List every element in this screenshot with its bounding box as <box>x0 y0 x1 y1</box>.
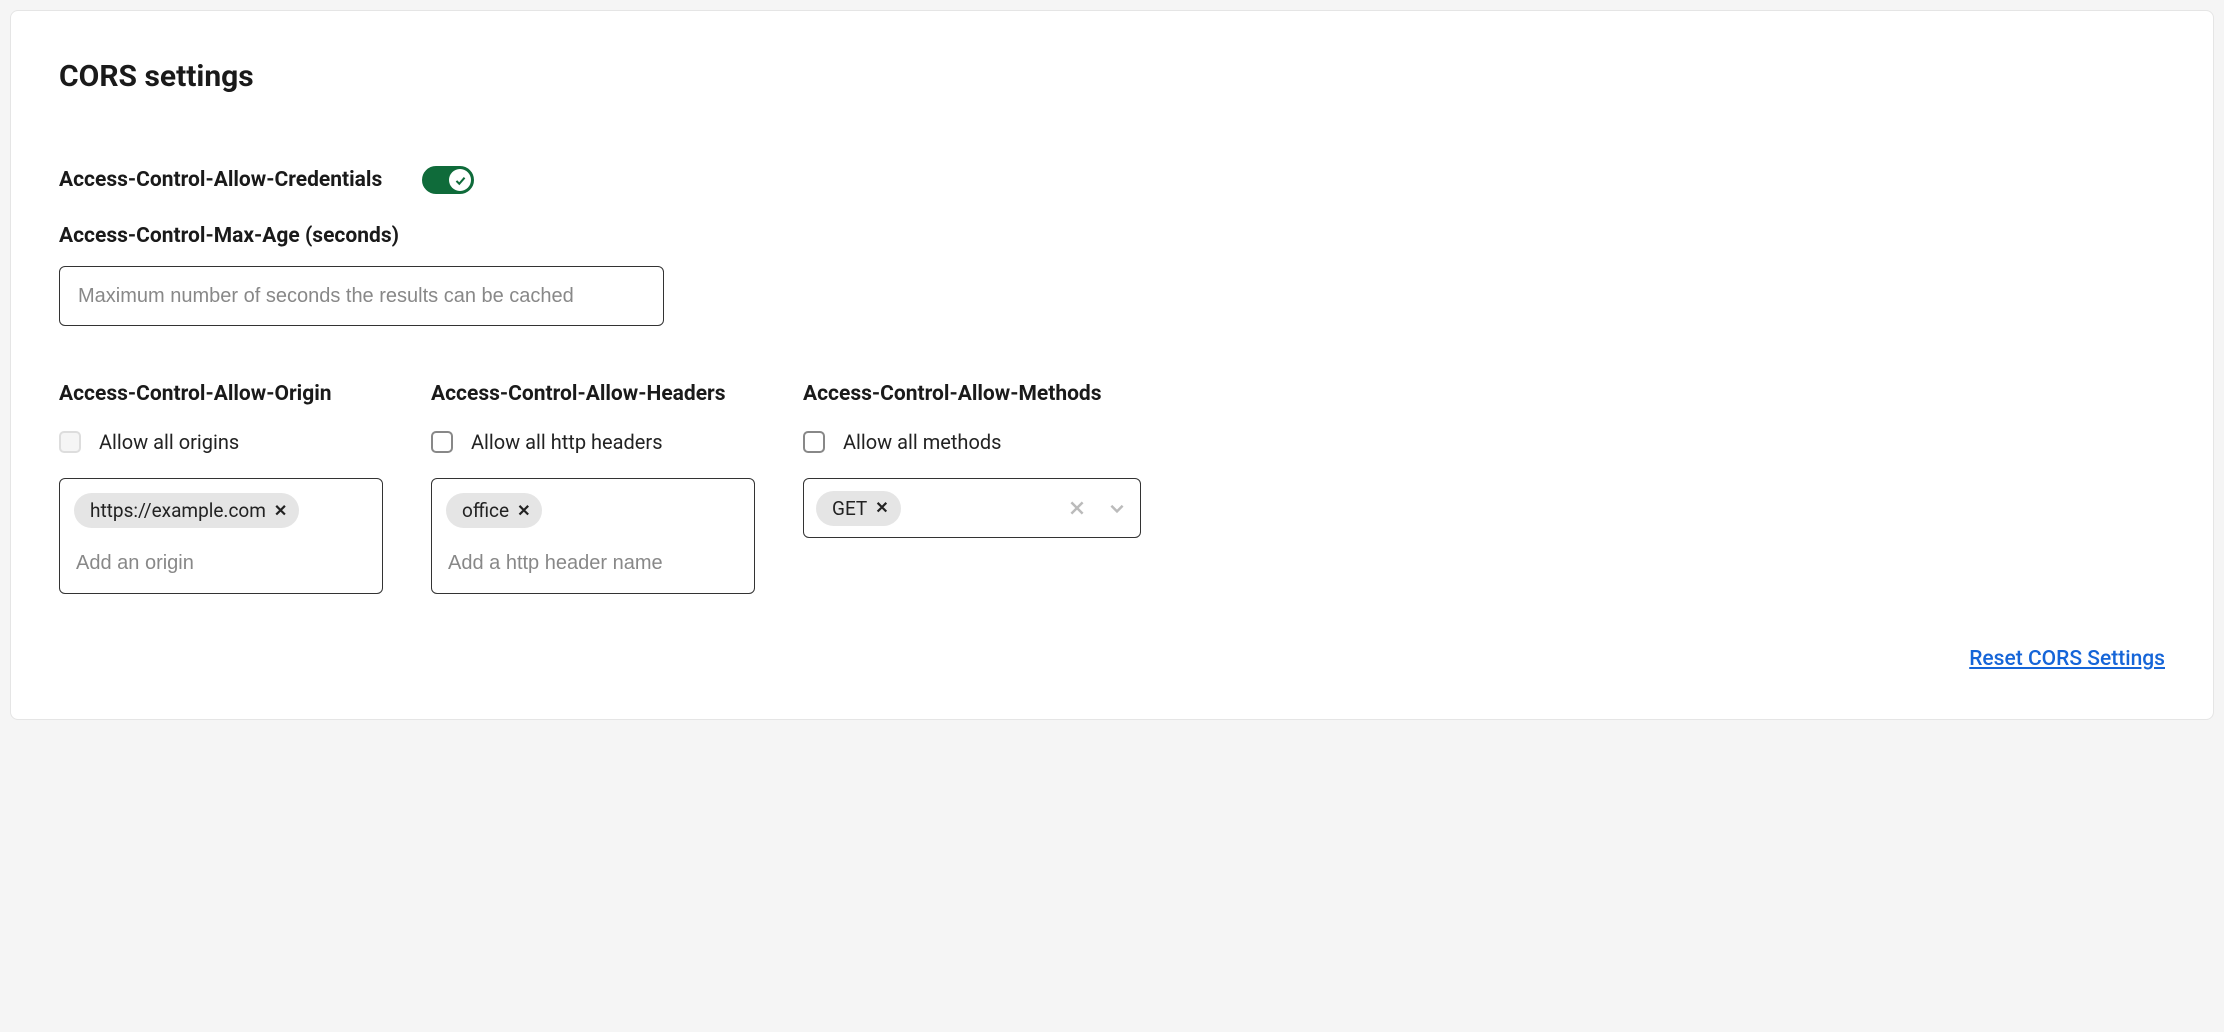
page-title: CORS settings <box>59 59 2165 94</box>
origin-tags: https://example.com ✕ <box>74 493 368 528</box>
origin-tag-box[interactable]: https://example.com ✕ <box>59 478 383 594</box>
methods-allow-all-checkbox[interactable] <box>803 431 825 453</box>
headers-column: Access-Control-Allow-Headers Allow all h… <box>431 382 755 594</box>
headers-allow-all-label: Allow all http headers <box>471 430 663 454</box>
check-icon <box>454 174 467 187</box>
headers-label: Access-Control-Allow-Headers <box>431 382 755 406</box>
origin-tag: https://example.com ✕ <box>74 493 299 528</box>
max-age-label: Access-Control-Max-Age (seconds) <box>59 224 2165 248</box>
cors-settings-card: CORS settings Access-Control-Allow-Crede… <box>10 10 2214 720</box>
origin-label: Access-Control-Allow-Origin <box>59 382 383 406</box>
headers-allow-all-row: Allow all http headers <box>431 430 755 454</box>
close-icon[interactable]: ✕ <box>517 503 530 519</box>
tag-label: office <box>462 499 509 522</box>
tag-label: https://example.com <box>90 499 266 522</box>
credentials-row: Access-Control-Allow-Credentials <box>59 166 2165 194</box>
credentials-label: Access-Control-Allow-Credentials <box>59 168 382 192</box>
reset-cors-link[interactable]: Reset CORS Settings <box>1969 647 2165 671</box>
close-icon[interactable]: ✕ <box>274 503 287 519</box>
origin-allow-all-label: Allow all origins <box>99 430 239 454</box>
origin-allow-all-row: Allow all origins <box>59 430 383 454</box>
headers-allow-all-checkbox[interactable] <box>431 431 453 453</box>
origin-add-input[interactable] <box>74 546 368 581</box>
close-icon[interactable]: ✕ <box>875 500 888 516</box>
headers-add-input[interactable] <box>446 546 740 581</box>
methods-allow-all-label: Allow all methods <box>843 430 1001 454</box>
methods-select[interactable]: GET ✕ <box>803 478 1141 538</box>
methods-allow-all-row: Allow all methods <box>803 430 1141 454</box>
methods-tag: GET ✕ <box>816 491 901 526</box>
max-age-input[interactable] <box>59 266 664 326</box>
headers-tag-box[interactable]: office ✕ <box>431 478 755 594</box>
cors-columns: Access-Control-Allow-Origin Allow all or… <box>59 382 2165 594</box>
toggle-knob <box>449 169 471 191</box>
methods-label: Access-Control-Allow-Methods <box>803 382 1141 406</box>
max-age-section: Access-Control-Max-Age (seconds) <box>59 224 2165 326</box>
methods-dropdown-button[interactable] <box>1100 495 1128 521</box>
chevron-down-icon <box>1108 499 1126 517</box>
methods-clear-button[interactable] <box>1064 495 1090 521</box>
origin-column: Access-Control-Allow-Origin Allow all or… <box>59 382 383 594</box>
tag-label: GET <box>832 497 867 520</box>
headers-tag: office ✕ <box>446 493 542 528</box>
credentials-toggle[interactable] <box>422 166 474 194</box>
headers-tags: office ✕ <box>446 493 740 528</box>
methods-column: Access-Control-Allow-Methods Allow all m… <box>803 382 1141 538</box>
origin-allow-all-checkbox <box>59 431 81 453</box>
close-icon <box>1068 499 1086 517</box>
